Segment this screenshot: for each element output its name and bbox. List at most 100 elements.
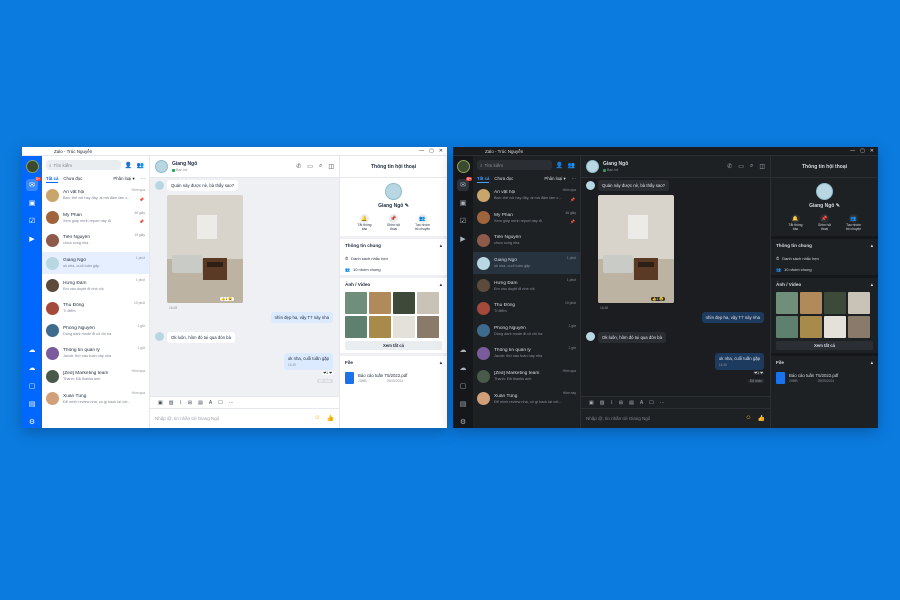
see-all-button[interactable]: Xem tất cả	[345, 340, 442, 350]
emoji-icon[interactable]: ☺	[314, 415, 320, 422]
common-groups-item[interactable]: 👥 10 nhóm chung	[340, 264, 447, 275]
close-icon[interactable]: ✕	[439, 148, 443, 154]
message-bubble[interactable]: ok nha, cuối tuần gặp 16:49	[283, 353, 333, 370]
edit-icon[interactable]: ✎	[836, 203, 840, 209]
shared-photo[interactable]	[167, 195, 243, 303]
message-bubble[interactable]: Ok luôn, hôm đó tui qua đón bà	[167, 332, 235, 343]
create-group-button[interactable]: 👥 Tạo nhóm trò chuyện	[845, 214, 863, 232]
tab-all[interactable]: Tất cả	[46, 176, 59, 183]
call-icon[interactable]: ✆	[727, 163, 732, 170]
classify-dropdown[interactable]: Phân loại ▾	[113, 176, 134, 182]
tab-unread[interactable]: Chưa đọc	[494, 176, 513, 182]
avatar[interactable]	[155, 160, 168, 173]
todo-icon[interactable]: ☑	[457, 215, 469, 227]
list-item[interactable]: Tiến Nguyễn chưa xong nha	[473, 229, 580, 252]
message-bubble[interactable]: Quán này được nè, bà thấy sao?	[167, 180, 239, 191]
pin-button[interactable]: 📌 Ghim hội thoại	[816, 214, 834, 232]
media-thumbnail[interactable]	[369, 291, 391, 314]
todo-icon[interactable]: ☑	[26, 215, 38, 227]
media-thumbnail[interactable]	[345, 291, 367, 314]
more-icon[interactable]: ···	[229, 400, 234, 406]
add-friend-icon[interactable]: 👤	[124, 162, 133, 169]
search-icon[interactable]: ⌕	[319, 163, 322, 170]
media-thumbnail[interactable]	[393, 315, 415, 338]
media-thumbnail[interactable]	[369, 315, 391, 338]
general-section-header[interactable]: Thông tin chung ▴	[340, 239, 447, 253]
contacts-icon[interactable]: ▣	[26, 197, 38, 209]
mute-button[interactable]: 🔔 Tắt thông báo	[356, 214, 374, 232]
screenshot-icon[interactable]: ▢	[26, 380, 38, 392]
sticker-icon[interactable]: ▣	[158, 400, 163, 406]
video-call-icon[interactable]: ▶	[457, 233, 469, 245]
list-item[interactable]: Giang Ngô ok nha, cuối tuần gặp 1 phút	[42, 251, 149, 275]
list-item[interactable]: Tiến Nguyễn chưa xong nha 19 giây	[42, 229, 149, 252]
card-icon[interactable]: ▤	[629, 400, 634, 406]
image-icon[interactable]: ▨	[600, 400, 605, 406]
attach-icon[interactable]: ⌇	[610, 400, 612, 406]
briefcase-icon[interactable]: ▤	[26, 398, 38, 410]
format-icon[interactable]: A	[640, 400, 643, 406]
add-friend-icon[interactable]: 👤	[555, 162, 564, 169]
sidebar-toggle-icon[interactable]: ◫	[759, 163, 765, 170]
screenshot-icon[interactable]: ⊞	[619, 400, 623, 406]
media-thumbnail[interactable]	[417, 315, 439, 338]
emoji-icon[interactable]: ☺	[745, 415, 751, 422]
media-thumbnail[interactable]	[800, 291, 822, 314]
briefcase-icon[interactable]: ▤	[457, 398, 469, 410]
contacts-icon[interactable]: ▣	[457, 197, 469, 209]
media-thumbnail[interactable]	[776, 315, 798, 338]
media-thumbnail[interactable]	[824, 291, 846, 314]
reminder-list-item[interactable]: ⏱ Danh sách nhắc hẹn	[340, 253, 447, 264]
media-thumbnail[interactable]	[776, 291, 798, 314]
cloud-upload-icon[interactable]: ☁	[26, 344, 38, 356]
reminder-list-item[interactable]: ⏱ Danh sách nhắc hẹn	[771, 253, 878, 264]
screenshot-icon[interactable]: ▢	[457, 380, 469, 392]
list-item[interactable]: [Zed] Marketing team Thanh: Đã thanks anh…	[42, 365, 149, 388]
reaction-badge[interactable]: ❤1 ❤	[753, 371, 764, 375]
list-item[interactable]: Ăn vặt hội Bạn: thế nói hay đây, ai mà đâ…	[473, 184, 580, 207]
media-thumbnail[interactable]	[417, 291, 439, 314]
more-icon[interactable]: ···	[660, 400, 665, 406]
create-group-button[interactable]: 👥 Tạo nhóm trò chuyện	[414, 214, 432, 232]
reminder-icon[interactable]: ☐	[218, 400, 222, 406]
avatar[interactable]	[816, 183, 833, 200]
shared-photo[interactable]	[598, 195, 674, 303]
messages-icon[interactable]: ✉ 5+	[26, 177, 41, 191]
list-item[interactable]: Hưng Đàm Em vào duyệt đi nhé chị 1 phút	[473, 274, 580, 297]
list-item[interactable]: Thu Đồng Tí điểm 10 phút	[42, 297, 149, 320]
video-call-icon[interactable]: ▶	[26, 233, 38, 245]
message-bubble[interactable]: Ok luôn, hôm đó tui qua đón bà	[598, 332, 666, 343]
media-thumbnail[interactable]	[824, 315, 846, 338]
like-icon[interactable]: 👍	[327, 415, 334, 422]
media-thumbnail[interactable]	[800, 315, 822, 338]
attach-icon[interactable]: ⌇	[179, 400, 181, 406]
messages-icon[interactable]: ✉ 5+	[457, 177, 472, 191]
create-group-icon[interactable]: 👥	[136, 162, 145, 169]
list-item[interactable]: [Zed] Marketing team Thanh: Đã thanks anh…	[473, 365, 580, 388]
classify-dropdown[interactable]: Phân loại ▾	[544, 176, 565, 182]
minimize-icon[interactable]: —	[419, 148, 424, 154]
media-thumbnail[interactable]	[345, 315, 367, 338]
settings-icon[interactable]: ⚙	[26, 416, 38, 428]
like-icon[interactable]: 👍	[758, 415, 765, 422]
reaction-badge[interactable]: 👍1 😮	[651, 297, 665, 301]
image-icon[interactable]: ▨	[169, 400, 174, 406]
avatar[interactable]	[385, 183, 402, 200]
search-icon[interactable]: ⌕	[750, 163, 753, 170]
general-section-header[interactable]: Thông tin chung ▴	[771, 239, 878, 253]
message-bubble[interactable]: Quán này được nè, bà thấy sao?	[598, 180, 670, 191]
file-item[interactable]: Báo cáo tuần T5/2022.pdf 20MB 25/05/2024	[771, 370, 878, 386]
search-input[interactable]: ⌕ Tìm kiếm	[477, 160, 552, 170]
message-input[interactable]: Nhập @, tin nhắn tới Giang Ngô ☺ 👍	[581, 408, 770, 428]
sidebar-toggle-icon[interactable]: ◫	[328, 163, 334, 170]
call-icon[interactable]: ✆	[296, 163, 301, 170]
sticker-icon[interactable]: ▣	[589, 400, 594, 406]
cloud-icon[interactable]: ☁	[26, 362, 38, 374]
reminder-icon[interactable]: ☐	[649, 400, 653, 406]
media-thumbnail[interactable]	[393, 291, 415, 314]
edit-icon[interactable]: ✎	[405, 203, 409, 209]
list-item[interactable]: Thông tin quản lý Jacob: thứ sáu tuần này…	[473, 342, 580, 365]
avatar[interactable]	[586, 160, 599, 173]
more-icon[interactable]: ···	[572, 176, 576, 182]
see-all-button[interactable]: Xem tất cả	[776, 340, 873, 350]
